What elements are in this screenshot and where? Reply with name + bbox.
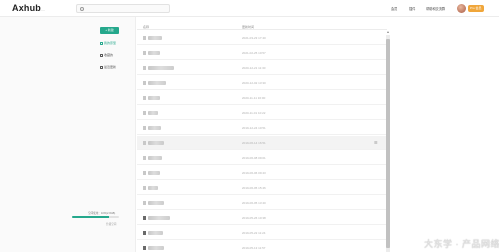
file-updated-date: 2020-12-21 11:30 [242, 66, 266, 70]
clock-icon [100, 65, 103, 69]
file-icon [143, 126, 146, 130]
table-row[interactable]: 2019-06-08 09:01 [137, 151, 387, 165]
file-name-blurred[interactable] [148, 81, 166, 85]
file-icon [143, 171, 146, 175]
scroll-up-arrow[interactable] [387, 31, 389, 33]
file-updated-date: 2020-11-01 10:22 [242, 111, 266, 115]
file-updated-date: 2019-06-05 13:40 [242, 201, 266, 205]
table-row[interactable]: 2020-12-02 13:30 [137, 76, 387, 90]
file-list: 名称 更新时间 2021-03-23 17:40 2021-02-25 10:57… [137, 17, 387, 252]
table-row[interactable]: 2019-12-24 10:51 [137, 121, 387, 135]
column-header-date[interactable]: 更新时间 [242, 25, 254, 29]
table-row[interactable]: 2020-11-11 16:00 [137, 91, 387, 105]
sidebar-item-recent[interactable]: 最近更新 [100, 65, 116, 69]
table-row[interactable]: 2019-06-05 15:46 [137, 181, 387, 195]
file-icon [143, 111, 146, 115]
file-icon [143, 231, 146, 235]
nav-help[interactable]: 帮助和交流群 [426, 6, 445, 11]
file-updated-date: 2019-06-05 15:46 [242, 186, 266, 190]
scrollbar-thumb[interactable] [386, 39, 390, 248]
logo-subtitle: —— [40, 9, 45, 12]
search-icon [80, 7, 84, 11]
table-row[interactable]: 2019-05-26 10:38 [137, 211, 387, 225]
sidebar-item-label: 我的原型 [104, 41, 117, 45]
sidebar-item-my-prototypes[interactable]: 我的原型 [100, 41, 116, 45]
table-row[interactable]: 2021-02-25 10:57 [137, 46, 387, 60]
file-name-blurred[interactable] [148, 66, 174, 70]
sidebar: + 新建 我的原型 收藏的 最近更新 空间使用：10%(2.0GB) 升级空间 [0, 17, 136, 252]
user-avatar[interactable] [457, 4, 466, 13]
file-icon [143, 246, 146, 250]
table-row[interactable]: 2019-06-05 13:40 [137, 196, 387, 210]
file-name-blurred[interactable] [148, 171, 160, 175]
table-row[interactable]: 2020-12-21 11:30 [137, 61, 387, 75]
table-row[interactable]: 2019-06-14 16:51 ☰ [137, 136, 387, 150]
top-bar: Axhub —— 会员 插件 帮助和交流群 Pro 会员 [0, 0, 499, 17]
column-header-name[interactable]: 名称 [143, 25, 149, 29]
nav-vip[interactable]: 会员 [391, 6, 397, 11]
file-icon [143, 66, 146, 70]
file-name-blurred[interactable] [148, 51, 160, 55]
file-icon [143, 96, 146, 100]
file-icon [143, 216, 146, 220]
row-menu-icon[interactable]: ☰ [374, 140, 378, 145]
file-updated-date: 2019-05-22 11:24 [242, 231, 266, 235]
table-row[interactable]: 2019-05-22 11:24 [137, 226, 387, 240]
file-name-blurred[interactable] [148, 111, 158, 115]
file-updated-date: 2019-05-13 11:57 [242, 246, 266, 250]
table-row[interactable]: 2019-05-13 11:57 [137, 241, 387, 252]
file-name-blurred[interactable] [148, 126, 161, 130]
file-name-blurred[interactable] [148, 246, 164, 250]
table-row[interactable]: 2020-11-01 10:22 [137, 106, 387, 120]
sidebar-item-label: 最近更新 [104, 65, 117, 69]
file-icon [143, 156, 146, 160]
file-updated-date: 2021-02-25 10:57 [242, 51, 266, 55]
file-icon [143, 36, 146, 40]
file-updated-date: 2020-12-02 13:30 [242, 81, 266, 85]
file-updated-date: 2021-03-23 17:40 [242, 36, 266, 40]
storage-usage-text: 空间使用：10%(2.0GB) [88, 212, 116, 215]
file-updated-date: 2019-12-24 10:51 [242, 126, 266, 130]
file-name-blurred[interactable] [148, 36, 162, 40]
star-icon [100, 53, 103, 57]
sidebar-item-label: 收藏的 [104, 53, 114, 57]
table-row[interactable]: 2021-03-23 17:40 [137, 31, 387, 45]
file-icon [143, 186, 146, 190]
nav-plugins[interactable]: 插件 [409, 6, 415, 11]
file-name-blurred[interactable] [148, 201, 164, 205]
file-icon [143, 51, 146, 55]
pro-badge[interactable]: Pro 会员 [468, 5, 484, 12]
file-updated-date: 2019-06-14 16:51 [242, 141, 266, 145]
file-name-blurred[interactable] [148, 96, 160, 100]
new-button[interactable]: + 新建 [100, 27, 119, 34]
file-name-blurred[interactable] [148, 141, 164, 145]
list-header: 名称 更新时间 [137, 17, 387, 30]
search-box[interactable] [76, 4, 170, 13]
storage-progress-bar [72, 216, 119, 218]
file-name-blurred[interactable] [148, 186, 158, 190]
file-icon [143, 141, 146, 145]
file-name-blurred[interactable] [148, 216, 170, 220]
file-icon [143, 81, 146, 85]
table-row[interactable]: 2019-06-06 09:43 [137, 166, 387, 180]
file-name-blurred[interactable] [148, 156, 162, 160]
file-updated-date: 2019-06-06 09:43 [242, 171, 266, 175]
file-updated-date: 2019-05-26 10:38 [242, 216, 266, 220]
scrollbar[interactable] [386, 35, 390, 252]
search-input[interactable] [86, 6, 166, 12]
sidebar-item-favorites[interactable]: 收藏的 [100, 53, 113, 57]
file-name-blurred[interactable] [148, 231, 163, 235]
watermark: 大东学 · 产品网络 [424, 239, 499, 249]
app-logo[interactable]: Axhub [12, 3, 41, 13]
file-icon [100, 41, 103, 45]
file-icon [143, 201, 146, 205]
file-updated-date: 2020-11-11 16:00 [242, 96, 266, 100]
file-updated-date: 2019-06-08 09:01 [242, 156, 266, 160]
upgrade-storage-link[interactable]: 升级空间 [106, 222, 116, 226]
storage-progress-fill [72, 216, 109, 218]
